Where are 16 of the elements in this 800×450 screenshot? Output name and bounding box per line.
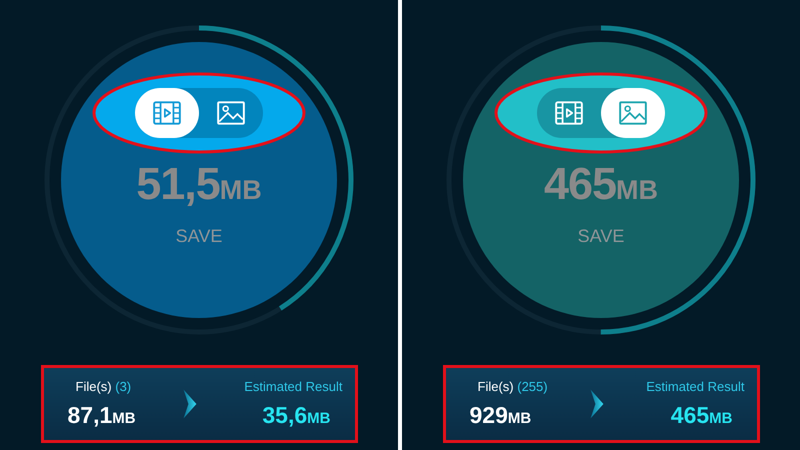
estimated-size: 465MB — [670, 402, 734, 429]
estimated-size: 35,6MB — [262, 402, 332, 429]
film-icon — [554, 100, 584, 126]
files-label: File(s) (255) — [476, 379, 548, 394]
image-icon — [618, 100, 648, 126]
image-icon — [216, 100, 246, 126]
original-size: 87,1MB — [68, 402, 136, 429]
result-label: Estimated Result — [646, 379, 744, 394]
save-label: SAVE — [176, 226, 222, 247]
original-size: 929MB — [470, 402, 532, 429]
saved-size: 51,5MB — [136, 158, 262, 210]
film-icon — [152, 100, 182, 126]
result-label: Estimated Result — [244, 379, 342, 394]
files-label: File(s) (3) — [74, 379, 132, 394]
save-label: SAVE — [578, 226, 624, 247]
saved-size: 465MB — [544, 158, 658, 210]
